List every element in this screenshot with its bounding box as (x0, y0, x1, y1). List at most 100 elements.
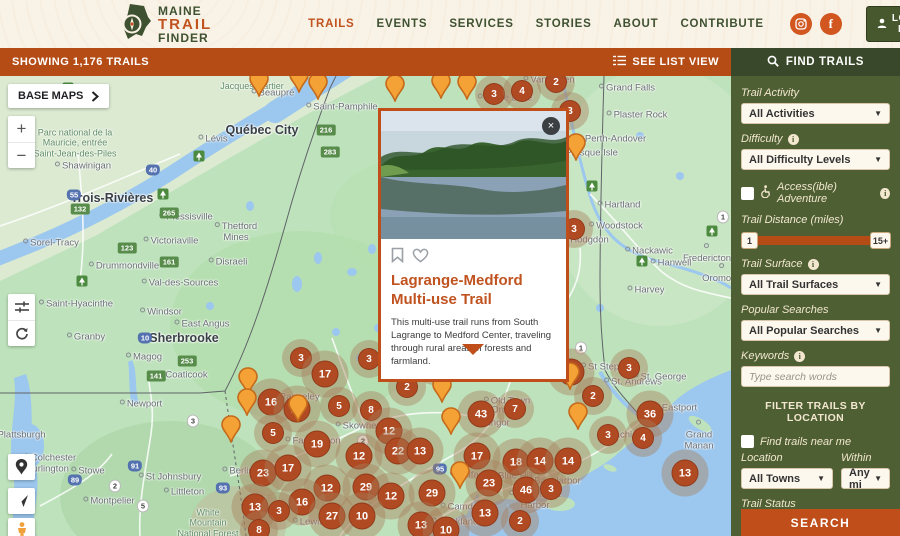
trail-cluster-marker[interactable]: 3 (540, 478, 562, 500)
difficulty-select[interactable]: All Difficulty Levels▼ (741, 149, 890, 170)
trail-cluster-marker[interactable]: 23 (476, 470, 503, 497)
compass-navigate-button[interactable] (8, 488, 35, 514)
trail-cluster-marker[interactable]: 8 (248, 519, 270, 536)
slider-handle-min[interactable]: 1 (741, 232, 758, 249)
trail-cluster-marker[interactable]: 12 (314, 475, 341, 502)
nav-item-events[interactable]: EVENTS (377, 18, 428, 30)
trail-pin[interactable] (249, 76, 270, 102)
trail-pin[interactable] (568, 402, 589, 435)
nav-item-services[interactable]: SERVICES (449, 18, 513, 30)
trail-cluster-marker[interactable]: 5 (328, 395, 350, 417)
zoom-out-button[interactable]: − (8, 142, 35, 168)
trail-cluster-marker[interactable]: 10 (349, 503, 376, 530)
trail-cluster-marker[interactable]: 3 (290, 347, 312, 369)
nav-item-trails[interactable]: TRAILS (308, 18, 354, 30)
trail-cluster-marker[interactable]: 18 (503, 449, 530, 476)
within-select[interactable]: Any mi▼ (841, 468, 890, 489)
trail-cluster-marker[interactable]: 16 (258, 389, 285, 416)
trail-cluster-marker[interactable]: 29 (419, 480, 446, 507)
zoom-in-button[interactable]: + (8, 116, 35, 142)
log-in-label: LOG IN (892, 13, 900, 35)
trail-cluster-marker[interactable]: 17 (312, 361, 339, 388)
nav-item-contribute[interactable]: CONTRIBUTE (680, 18, 763, 30)
trail-pin[interactable] (385, 76, 406, 107)
location-select[interactable]: All Towns▼ (741, 468, 833, 489)
slider-track[interactable] (741, 236, 890, 245)
my-location-button[interactable] (8, 454, 35, 480)
trail-pin[interactable] (308, 76, 329, 105)
nav-item-stories[interactable]: STORIES (536, 18, 592, 30)
search-button[interactable]: SEARCH (741, 509, 900, 536)
map-canvas[interactable]: Jacques-CartierBeaupréSaint-PamphileQuéb… (0, 76, 731, 536)
trail-pin[interactable] (441, 407, 462, 440)
filter-by-location-heading: FILTER TRAILS BY LOCATION (741, 400, 890, 424)
trail-cluster-marker[interactable]: 16 (289, 489, 316, 516)
close-icon[interactable]: × (542, 117, 560, 135)
trail-cluster-marker[interactable]: 13 (407, 438, 434, 465)
trail-cluster-marker[interactable]: 3 (268, 500, 290, 522)
info-icon[interactable]: i (788, 134, 799, 145)
trail-pin[interactable] (431, 76, 452, 104)
facebook-icon[interactable]: f (820, 13, 842, 35)
trail-cluster-marker[interactable]: 23 (250, 460, 277, 487)
street-view-pegman[interactable] (8, 518, 35, 536)
trail-cluster-marker[interactable]: 10 (433, 517, 460, 536)
trail-activity-select[interactable]: All Activities▼ (741, 103, 890, 124)
instagram-icon[interactable] (790, 13, 812, 35)
trail-cluster-marker[interactable]: 3 (483, 83, 505, 105)
trail-pin[interactable] (457, 76, 478, 105)
see-list-view-button[interactable]: SEE LIST VIEW (613, 55, 719, 69)
trail-photo (381, 111, 566, 239)
favorite-heart-icon[interactable] (412, 248, 429, 268)
trail-cluster-marker[interactable]: 2 (509, 510, 531, 532)
map-area: SHOWING 1,176 TRAILS SEE LIST VIEW (0, 48, 731, 536)
trail-cluster-marker[interactable]: 36 (637, 401, 664, 428)
trail-cluster-marker[interactable]: 13 (242, 494, 269, 521)
bookmark-icon[interactable] (391, 247, 404, 268)
accessible-adventure-checkbox[interactable] (741, 187, 754, 200)
trail-surface-select[interactable]: All Trail Surfaces▼ (741, 274, 890, 295)
nav-item-about[interactable]: ABOUT (614, 18, 659, 30)
trail-pin[interactable] (289, 76, 310, 98)
trail-cluster-marker[interactable]: 13 (472, 500, 499, 527)
trail-cluster-marker[interactable]: 12 (346, 443, 373, 470)
trail-cluster-marker[interactable]: 3 (358, 348, 380, 370)
log-in-button[interactable]: LOG IN (866, 6, 900, 42)
trail-cluster-marker[interactable]: 12 (378, 483, 405, 510)
park-icon (587, 181, 598, 192)
trail-cluster-marker[interactable]: 17 (275, 455, 302, 482)
base-maps-button[interactable]: BASE MAPS (8, 84, 109, 108)
popular-searches-select[interactable]: All Popular Searches▼ (741, 320, 890, 341)
refresh-icon[interactable] (8, 320, 35, 346)
trail-cluster-marker[interactable]: 29 (353, 474, 380, 501)
trail-cluster-marker[interactable]: 13 (408, 512, 435, 536)
trail-cluster-marker[interactable]: 3 (597, 424, 619, 446)
base-maps-label: BASE MAPS (18, 90, 83, 102)
slider-handle-max[interactable]: 15+ (870, 232, 891, 249)
trail-cluster-marker[interactable]: 3 (618, 357, 640, 379)
trail-cluster-marker[interactable]: 4 (632, 427, 654, 449)
trail-cluster-marker[interactable]: 4 (511, 80, 533, 102)
trail-cluster-marker[interactable]: 8 (360, 399, 382, 421)
trail-cluster-marker[interactable]: 43 (468, 401, 495, 428)
maine-trail-finder-logo[interactable]: MAINE TRAIL FINDER (118, 3, 212, 46)
trail-cluster-marker[interactable]: 5 (262, 422, 284, 444)
trail-cluster-marker[interactable]: 14 (555, 448, 582, 475)
info-icon[interactable]: i (794, 351, 805, 362)
info-icon[interactable]: i (880, 188, 890, 199)
popup-trail-title[interactable]: Lagrange-Medford Multi-use Trail (391, 272, 556, 310)
trail-cluster-marker[interactable]: 19 (304, 431, 331, 458)
trail-cluster-marker[interactable]: 46 (513, 477, 540, 504)
trail-cluster-marker[interactable]: 27 (319, 503, 346, 530)
trail-cluster-marker[interactable]: 13 (672, 460, 699, 487)
trail-pin[interactable] (450, 461, 471, 494)
main-nav: TRAILS EVENTS SERVICES STORIES ABOUT CONTRIBU… (308, 18, 764, 30)
find-trails-near-me-checkbox[interactable] (741, 435, 754, 448)
trail-cluster-marker[interactable]: 7 (504, 398, 526, 420)
trail-pin[interactable] (221, 415, 242, 448)
trail-pin[interactable] (288, 394, 309, 427)
trail-cluster-marker[interactable]: 14 (527, 448, 554, 475)
keywords-input[interactable] (741, 366, 890, 387)
info-icon[interactable]: i (808, 259, 819, 270)
filter-tune-icon[interactable] (8, 294, 35, 320)
